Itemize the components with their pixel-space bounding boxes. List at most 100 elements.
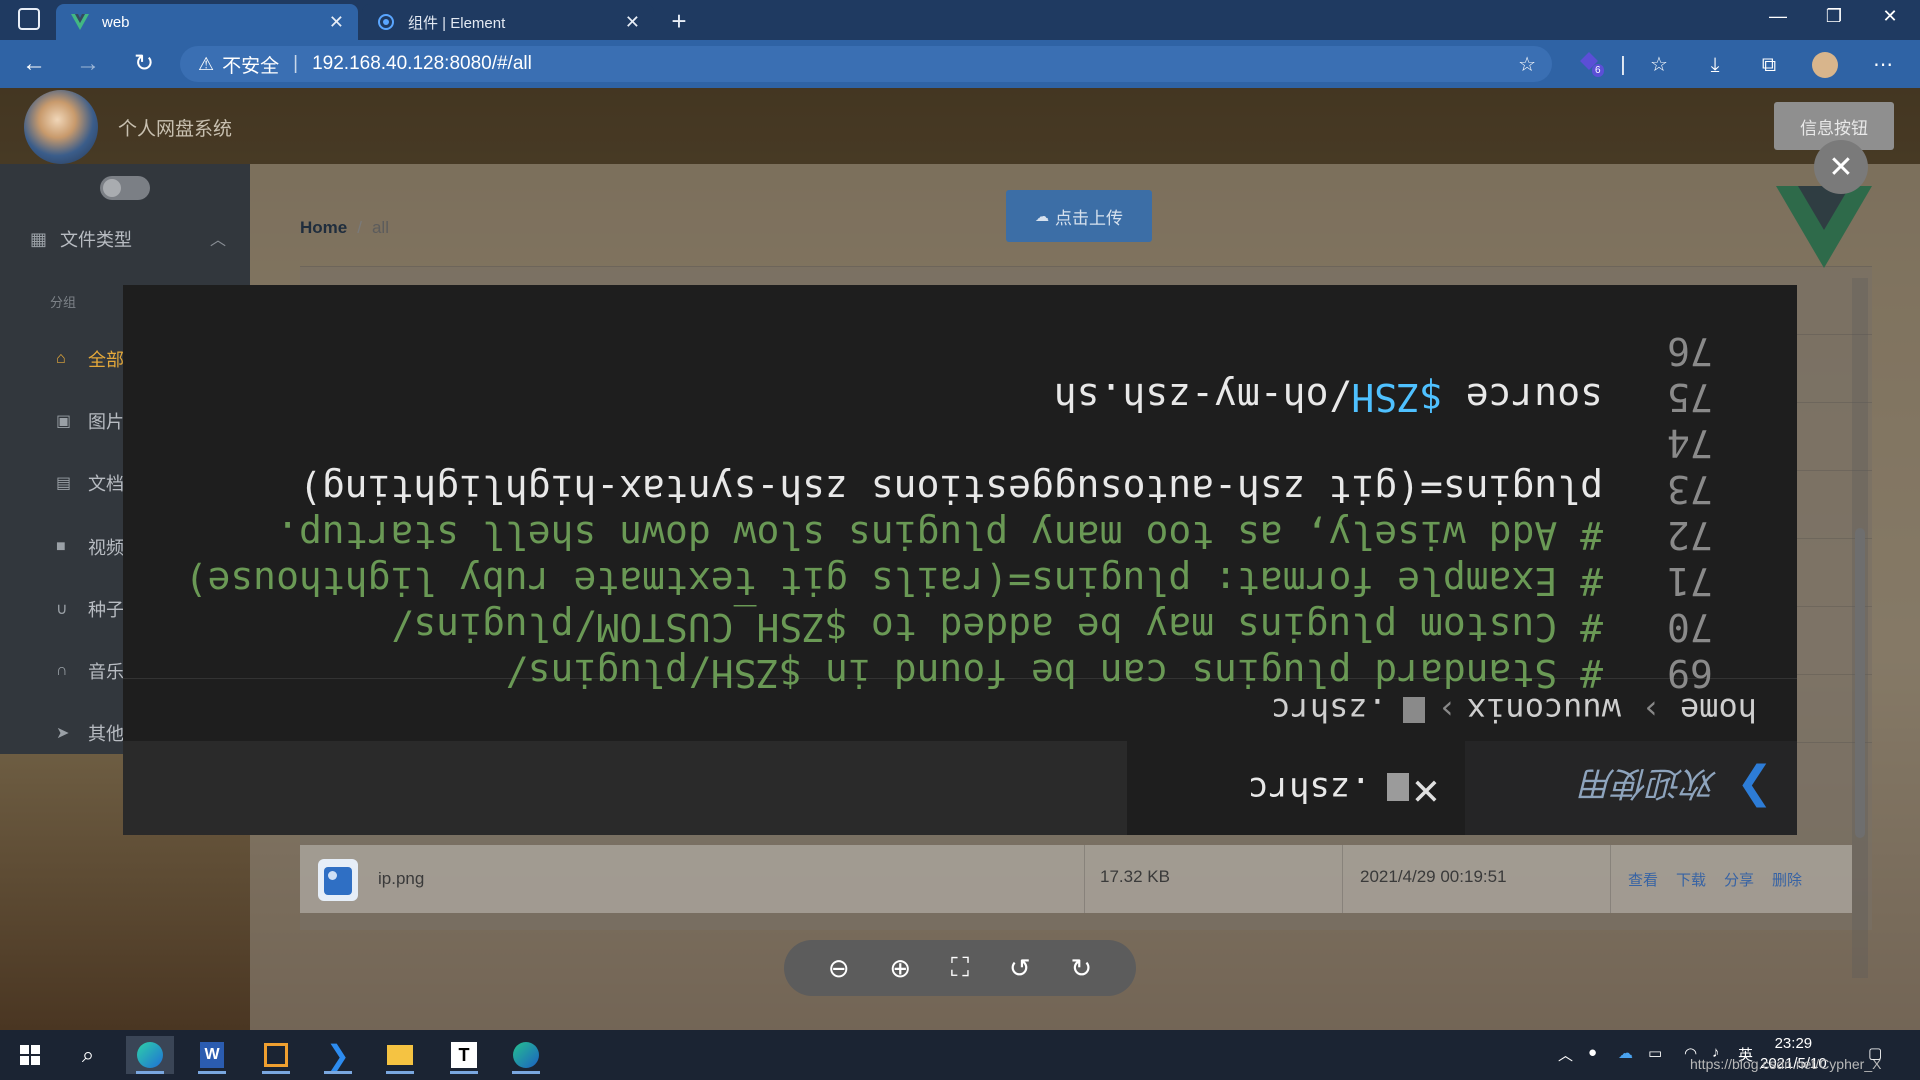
more-options-icon[interactable]: ⋯: [1868, 50, 1898, 80]
tab-element[interactable]: 组件 | Element ✕: [362, 4, 654, 40]
scrollbar-thumb[interactable]: [1855, 528, 1865, 838]
user-avatar: [24, 90, 98, 164]
file-icon: [1403, 697, 1425, 723]
close-tab-icon[interactable]: ✕: [329, 12, 344, 33]
sidebar-item-torrents[interactable]: ∪ 种子: [56, 596, 124, 622]
file-tab: ✕ .zshrc: [1127, 741, 1465, 835]
search-icon[interactable]: ⌕: [64, 1036, 112, 1074]
restore-icon[interactable]: ❐: [1814, 6, 1854, 27]
magnet-icon: ∪: [56, 601, 68, 618]
battery-icon[interactable]: ▭: [1648, 1044, 1662, 1062]
qq-tray-icon[interactable]: ●: [1588, 1044, 1597, 1061]
download-button[interactable]: 下载: [1676, 869, 1706, 890]
sidebar-item-label: 图片: [88, 412, 124, 432]
zoom-out-icon[interactable]: ⊖: [828, 953, 850, 984]
chevron-right-icon: ›: [1641, 691, 1661, 729]
code-variable: $ZSH: [1351, 375, 1443, 419]
collections-icon[interactable]: ⧉: [1754, 50, 1784, 80]
back-icon[interactable]: ←: [18, 48, 50, 80]
minimize-icon[interactable]: —: [1758, 6, 1798, 27]
tab-web[interactable]: web ✕: [56, 4, 358, 40]
active-indicator: [324, 1071, 352, 1074]
site-title: 个人网盘系统: [118, 119, 233, 140]
sidebar-item-label: 种子: [88, 600, 124, 620]
vmware-app-icon[interactable]: [252, 1036, 300, 1074]
column-divider: [1342, 845, 1343, 913]
code-line: # Example format: plugins=(rails git tex…: [184, 559, 1603, 603]
upload-button-label: 点击上传: [1055, 208, 1123, 228]
typora-app-icon[interactable]: T: [440, 1036, 488, 1074]
windows-start-icon[interactable]: [6, 1036, 54, 1074]
active-indicator: [450, 1071, 478, 1074]
active-indicator: [262, 1071, 290, 1074]
file-size: 17.32 KB: [1100, 867, 1170, 886]
sidebar-item-label: 视频: [88, 538, 124, 558]
show-hidden-icons[interactable]: ︿: [1558, 1044, 1573, 1065]
tab-actions-icon[interactable]: [18, 8, 40, 30]
video-icon: ■: [56, 538, 66, 555]
sidebar-item-images[interactable]: ▣ 图片: [56, 408, 124, 434]
vue-logo: [1776, 186, 1872, 268]
editor-tab-bar: ❯ 欢迎使用 ✕ .zshrc: [123, 741, 1797, 835]
profile-avatar[interactable]: [1810, 50, 1840, 80]
active-indicator: [198, 1071, 226, 1074]
toolbar-divider: |: [1620, 54, 1626, 76]
breadcrumb-home[interactable]: Home: [300, 218, 347, 237]
site-header: 个人网盘系统 信息按钮: [0, 88, 1920, 164]
tab-title: 组件 | Element: [408, 14, 506, 32]
reload-icon[interactable]: ↻: [128, 48, 160, 80]
vscode-app-icon[interactable]: ❯: [314, 1036, 362, 1074]
sidebar-item-documents[interactable]: ▤ 文档: [56, 470, 124, 496]
delete-button[interactable]: 删除: [1772, 869, 1802, 890]
share-button[interactable]: 分享: [1724, 869, 1754, 890]
sidebar-group-label: 文件类型: [60, 230, 132, 250]
chevron-right-icon: ›: [1437, 691, 1457, 729]
vscode-icon: ❯: [1736, 764, 1773, 813]
watermark-text: https://blog.csdn.net/Cypher_X: [1690, 1056, 1882, 1072]
edge-dev-app-icon[interactable]: [502, 1036, 550, 1074]
table-row[interactable]: ip.png 17.32 KB 2021/4/29 00:19:51 查看 下载…: [300, 845, 1852, 913]
downloads-icon[interactable]: ⤓: [1700, 50, 1730, 80]
sidebar-item-other[interactable]: ➤ 其他: [56, 720, 124, 746]
favorites-icon[interactable]: ☆: [1644, 50, 1674, 80]
code-line: # Add wisely, as too many plugins slow d…: [276, 513, 1603, 557]
rotate-right-icon[interactable]: ↻: [1070, 953, 1092, 984]
upload-button[interactable]: ☁ 点击上传: [1006, 190, 1152, 242]
sidebar-group-file-types[interactable]: ▦ 文件类型 ︿: [30, 226, 226, 252]
zoom-in-icon[interactable]: ⊕: [889, 953, 911, 984]
edge-app-icon[interactable]: [126, 1036, 174, 1074]
close-preview-icon[interactable]: ✕: [1814, 140, 1868, 194]
sidebar-item-videos[interactable]: ■ 视频: [56, 534, 124, 560]
code-area: 69 # Standard plugins can be found in $Z…: [123, 285, 1797, 695]
file-icon: [1387, 773, 1409, 801]
new-tab-icon[interactable]: +: [664, 6, 694, 37]
table-scrollbar[interactable]: [1852, 278, 1868, 978]
collapse-toggle[interactable]: [100, 176, 150, 200]
file-name[interactable]: ip.png: [378, 869, 424, 889]
forward-icon[interactable]: →: [72, 48, 104, 80]
url-field[interactable]: ⚠ 不安全 | 192.168.40.128:8080/#/all ☆: [180, 46, 1552, 82]
image-icon: ▣: [56, 413, 72, 430]
security-label: 不安全: [222, 55, 280, 77]
crumb-home: home: [1679, 691, 1757, 729]
extension-icon[interactable]: 6: [1574, 50, 1604, 80]
onedrive-icon[interactable]: ☁: [1618, 1044, 1633, 1062]
sidebar-item-music[interactable]: ∩ 音乐: [56, 658, 124, 684]
breadcrumb: Home / all: [300, 218, 389, 238]
word-app-icon[interactable]: W: [188, 1036, 236, 1074]
view-button[interactable]: 查看: [1628, 869, 1658, 890]
file-explorer-icon[interactable]: [376, 1036, 424, 1074]
crumb-user: wuuconix: [1466, 691, 1621, 729]
file-time: 2021/4/29 00:19:51: [1360, 867, 1507, 886]
sidebar-item-all[interactable]: ⌂ 全部: [56, 346, 124, 372]
chevron-up-icon: ︿: [210, 232, 227, 249]
url-divider: |: [293, 53, 299, 74]
close-tab-icon[interactable]: ✕: [625, 12, 640, 33]
rotate-left-icon[interactable]: ↺: [1009, 953, 1031, 984]
fit-screen-icon[interactable]: ⛶: [951, 952, 969, 984]
add-favorite-icon[interactable]: ☆: [1518, 52, 1536, 77]
code-path: /oh-my-zsh.sh: [1053, 375, 1352, 419]
notification-icon[interactable]: ▢: [1868, 1044, 1882, 1062]
close-window-icon[interactable]: ✕: [1870, 6, 1910, 27]
viewer-toolbar: ⊖ ⊕ ⛶ ↺ ↻: [784, 940, 1136, 996]
